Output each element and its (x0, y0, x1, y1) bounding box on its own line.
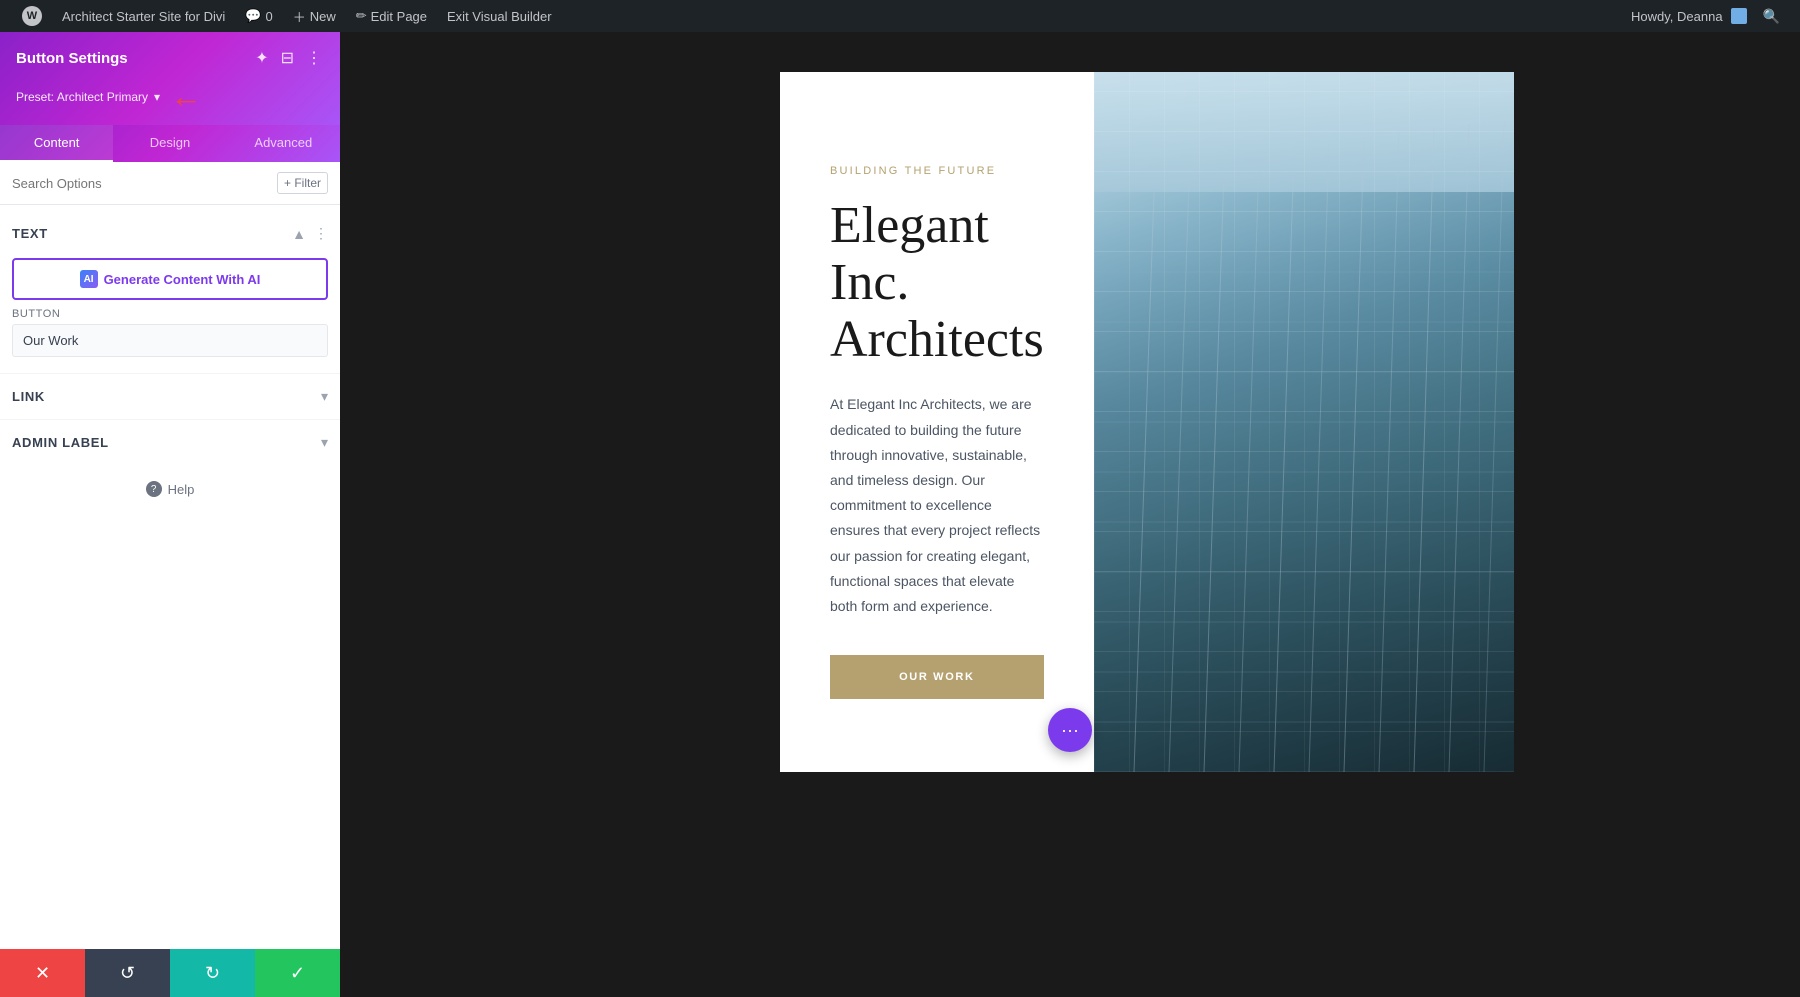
ai-icon: AI (80, 270, 98, 288)
building-svg (1094, 72, 1514, 772)
admin-label-section: Admin Label ▾ (0, 419, 340, 465)
panel-tabs: Content Design Advanced (0, 125, 340, 162)
hero-image (1094, 72, 1514, 772)
panel-title: Button Settings (16, 50, 128, 67)
admin-bar: W Architect Starter Site for Divi 💬 0 ＋ … (0, 0, 1800, 32)
link-section-title: Link (12, 389, 45, 404)
search-row: + Filter (0, 162, 340, 205)
collapse-icon[interactable]: ▲ (292, 226, 306, 242)
pencil-icon: ✏ (356, 8, 367, 24)
left-panel: Button Settings ✦ ⊟ ⋮ Preset: Architect … (0, 32, 340, 997)
link-section-header[interactable]: Link ▾ (12, 374, 328, 419)
undo-icon: ↺ (120, 963, 135, 984)
edit-page-item[interactable]: ✏ Edit Page (346, 0, 437, 32)
hero-left-content: BUILDING THE FUTURE Elegant Inc. Archite… (780, 72, 1094, 772)
help-icon: ? (146, 481, 162, 497)
exit-builder-label: Exit Visual Builder (447, 9, 552, 24)
wp-logo-item[interactable]: W (12, 0, 52, 32)
more-options-icon[interactable]: ⋮ (304, 46, 324, 70)
magic-icon[interactable]: ✦ (253, 46, 270, 70)
fab-dots-icon: ··· (1061, 720, 1079, 741)
preset-dropdown-icon[interactable]: ▾ (154, 90, 160, 104)
close-icon: ✕ (35, 963, 50, 984)
text-section-title: Text (12, 226, 48, 241)
text-section: Text ▲ ⋮ AI Generate Content With AI (0, 217, 340, 300)
save-button[interactable]: ✓ (255, 949, 340, 997)
hero-body: At Elegant Inc Architects, we are dedica… (830, 392, 1044, 619)
page-preview: BUILDING THE FUTURE Elegant Inc. Archite… (780, 72, 1360, 772)
floating-action-button[interactable]: ··· (1048, 708, 1092, 752)
tab-content[interactable]: Content (0, 125, 113, 162)
preset-label[interactable]: Preset: Architect Primary (16, 90, 148, 104)
wordpress-logo: W (22, 6, 42, 26)
link-chevron-icon[interactable]: ▾ (321, 388, 328, 405)
search-icon[interactable]: 🔍 (1755, 8, 1788, 25)
new-item[interactable]: ＋ New (283, 0, 346, 32)
panel-content: Text ▲ ⋮ AI Generate Content With AI But… (0, 205, 340, 949)
comment-icon: 💬 (245, 8, 261, 24)
comments-item[interactable]: 💬 0 (235, 0, 282, 32)
ai-generate-button[interactable]: AI Generate Content With AI (12, 258, 328, 300)
right-content-area: BUILDING THE FUTURE Elegant Inc. Archite… (340, 32, 1800, 997)
hero-cta-label: OUR WORK (899, 671, 975, 683)
howdy-text: Howdy, Deanna (1631, 9, 1723, 24)
new-label: New (310, 9, 336, 24)
ai-generate-label: Generate Content With AI (104, 272, 261, 287)
hero-title: Elegant Inc. Architects (830, 197, 1044, 369)
tab-advanced[interactable]: Advanced (227, 125, 340, 162)
button-field-section: Button (0, 308, 340, 357)
filter-label: + Filter (284, 176, 321, 190)
bottom-action-bar: ✕ ↺ ↻ ✓ (0, 949, 340, 997)
exit-builder-item[interactable]: Exit Visual Builder (437, 0, 562, 32)
redo-icon: ↻ (205, 963, 220, 984)
hero-subtitle: BUILDING THE FUTURE (830, 165, 1044, 177)
help-section[interactable]: ? Help (0, 465, 340, 513)
site-name-item[interactable]: Architect Starter Site for Divi (52, 0, 235, 32)
tab-design[interactable]: Design (113, 125, 226, 162)
link-section: Link ▾ (0, 373, 340, 419)
button-text-input[interactable] (12, 324, 328, 357)
admin-label-chevron-icon[interactable]: ▾ (321, 434, 328, 451)
hero-cta-button[interactable]: OUR WORK (830, 655, 1044, 699)
close-button[interactable]: ✕ (0, 949, 85, 997)
panel-header-icons: ✦ ⊟ ⋮ (253, 46, 324, 70)
red-arrow-indicator: ← (170, 78, 202, 115)
main-area: Button Settings ✦ ⊟ ⋮ Preset: Architect … (0, 32, 1800, 997)
hero-section: BUILDING THE FUTURE Elegant Inc. Archite… (780, 72, 1360, 772)
edit-page-label: Edit Page (371, 9, 427, 24)
site-name: Architect Starter Site for Divi (62, 9, 225, 24)
text-section-header[interactable]: Text ▲ ⋮ (12, 217, 328, 250)
help-label: Help (168, 482, 195, 497)
panel-header: Button Settings ✦ ⊟ ⋮ Preset: Architect … (0, 32, 340, 125)
search-options-input[interactable] (12, 176, 269, 191)
redo-button[interactable]: ↻ (170, 949, 255, 997)
section-more-icon[interactable]: ⋮ (314, 225, 328, 242)
comments-count: 0 (265, 9, 272, 24)
undo-button[interactable]: ↺ (85, 949, 170, 997)
button-field-label: Button (12, 308, 328, 320)
plus-icon: ＋ (293, 7, 306, 26)
user-avatar (1731, 8, 1747, 24)
filter-button[interactable]: + Filter (277, 172, 328, 194)
columns-icon[interactable]: ⊟ (279, 46, 296, 70)
admin-label-header[interactable]: Admin Label ▾ (12, 420, 328, 465)
save-checkmark-icon: ✓ (290, 963, 305, 984)
admin-label-title: Admin Label (12, 435, 109, 450)
